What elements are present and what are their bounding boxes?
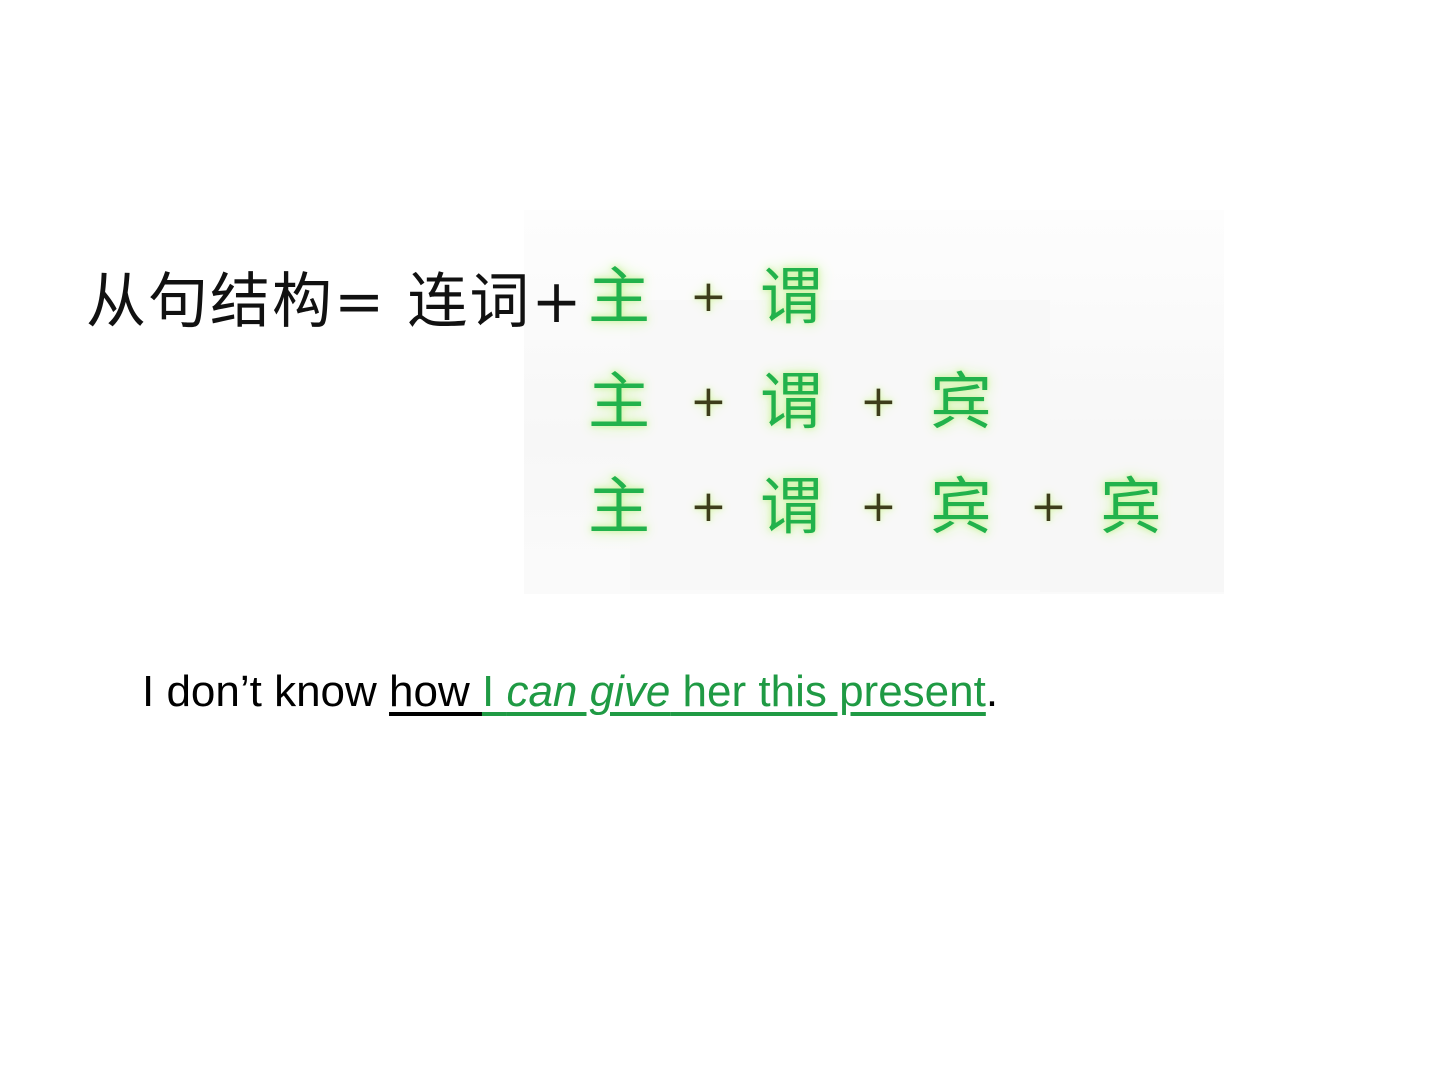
indirect-object-token: 宾 — [1100, 470, 1163, 543]
plus-sign: + — [690, 271, 727, 322]
predicate-token: 谓 — [760, 365, 823, 438]
plus-sign: + — [860, 481, 897, 532]
sentence-period: . — [985, 667, 999, 716]
plus-sign: + — [690, 481, 727, 532]
subject-token: 主 — [588, 365, 651, 438]
predicate-token: 谓 — [760, 470, 823, 543]
object-token: 宾 — [930, 470, 993, 543]
clause-subject: I — [481, 667, 507, 716]
example-sentence: I don’t know how I can give her this pre… — [142, 662, 998, 722]
subject-token: 主 — [588, 260, 651, 333]
clause-objects: her this present — [670, 667, 986, 716]
predicate-token: 谓 — [760, 260, 823, 333]
plus-sign: + — [860, 376, 897, 427]
subject-token: 主 — [588, 470, 651, 543]
plus-sign: + — [1030, 481, 1067, 532]
sentence-main-clause: I don’t know — [142, 667, 390, 716]
formula-label: 从句结构= 连词+ — [86, 267, 584, 337]
slide: 从句结构= 连词+ 主 + 谓 主 + 谓 + 宾 主 + 谓 + 宾 + 宾 … — [0, 0, 1440, 1080]
conjunction-word: how — [389, 667, 482, 716]
clause-predicate: can give — [506, 667, 671, 716]
object-token: 宾 — [930, 365, 993, 438]
plus-sign: + — [690, 376, 727, 427]
